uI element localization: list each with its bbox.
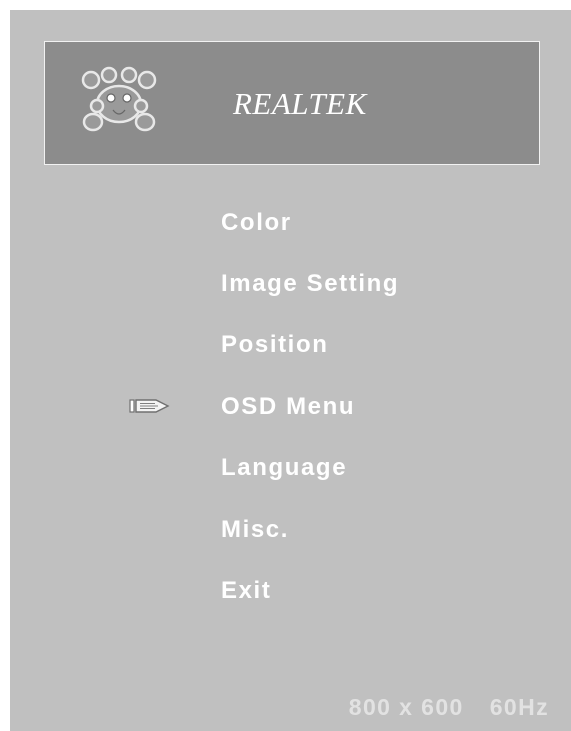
refresh-rate-readout: 60Hz xyxy=(489,694,549,720)
osd-panel: REALTEK Color Image Setting Position OSD… xyxy=(10,10,571,731)
menu-item-misc[interactable]: Misc. xyxy=(221,516,289,544)
brand-header: REALTEK xyxy=(44,41,540,165)
resolution-readout: 800 x 600 xyxy=(348,694,464,720)
menu-item-position[interactable]: Position xyxy=(221,331,328,359)
menu-item-language[interactable]: Language xyxy=(221,454,347,482)
menu-item-exit[interactable]: Exit xyxy=(221,577,271,605)
status-bar: 800 x 600 60Hz xyxy=(349,694,549,721)
menu-item-image-setting[interactable]: Image Setting xyxy=(221,270,399,298)
menu-item-color[interactable]: Color xyxy=(221,209,292,237)
pointer-hand-icon xyxy=(129,399,170,413)
realtek-crab-logo-icon xyxy=(81,66,157,132)
menu-item-osd-menu[interactable]: OSD Menu xyxy=(221,393,355,421)
brand-title: REALTEK xyxy=(233,86,367,121)
